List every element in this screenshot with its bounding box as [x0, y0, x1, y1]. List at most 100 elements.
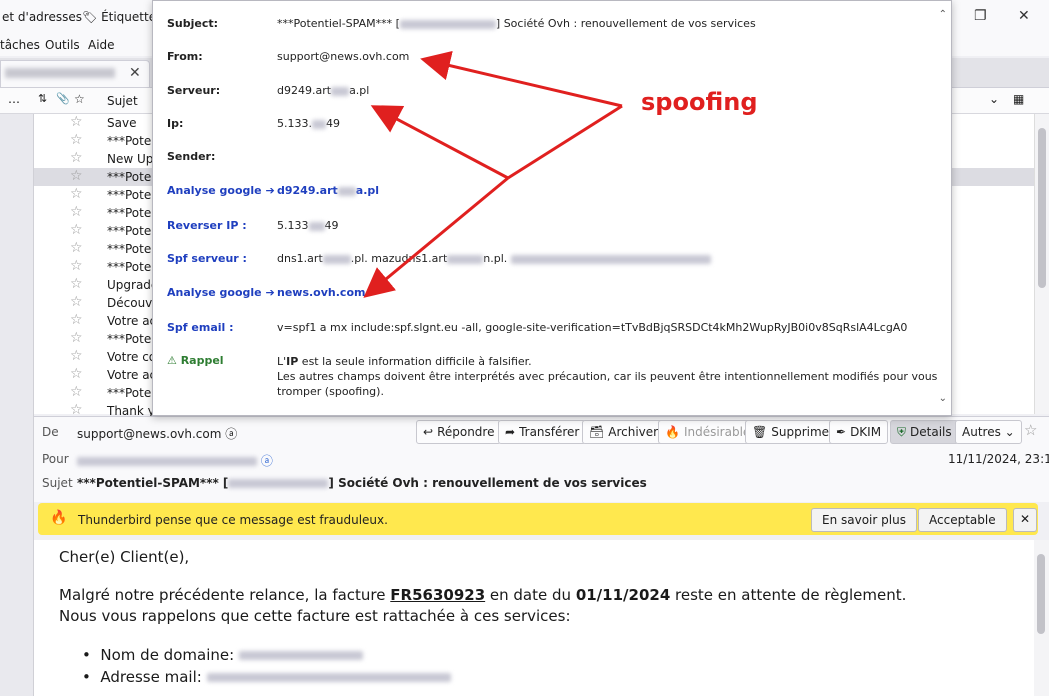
- more-button[interactable]: Autres ⌄: [955, 420, 1022, 444]
- column-subject[interactable]: Sujet: [107, 94, 138, 108]
- fraud-warning-bar: 🔥 Thunderbird pense que ce message est f…: [38, 503, 1038, 535]
- star-icon[interactable]: ☆: [70, 294, 83, 310]
- junk-button[interactable]: 🔥 Indésirable: [658, 420, 758, 444]
- junk-icon: 🔥: [665, 425, 680, 439]
- star-column-icon[interactable]: ☆: [74, 92, 85, 106]
- star-icon[interactable]: ☆: [70, 348, 83, 364]
- scroll-down-icon[interactable]: ⌄: [939, 393, 947, 404]
- star-icon[interactable]: ☆: [1024, 421, 1037, 439]
- list-item-subject: Votre co: [107, 350, 157, 364]
- learn-more-button[interactable]: En savoir plus: [811, 508, 917, 532]
- star-icon[interactable]: ☆: [70, 186, 83, 202]
- dkim-button[interactable]: ✒ DKIM: [829, 420, 889, 444]
- dkim-icon: ✒: [836, 425, 847, 439]
- to-label: Pour: [42, 452, 69, 466]
- column-picker-icon[interactable]: ▦: [1013, 92, 1024, 106]
- close-warning-icon[interactable]: ✕: [1013, 508, 1038, 532]
- blurred-text: [322, 254, 351, 264]
- address-book-button[interactable]: et d'adresses: [2, 10, 82, 24]
- list-item-subject: Découvr: [107, 296, 158, 310]
- blurred-recipient: [77, 457, 257, 466]
- more-icon[interactable]: …: [8, 92, 20, 106]
- star-icon[interactable]: ☆: [70, 384, 83, 400]
- subject-label: Sujet: [42, 476, 73, 490]
- message-header: De support@news.ovh.com ⓐ ↩ Répondre ➦ Tra…: [34, 416, 1049, 502]
- thread-icon[interactable]: ⇅: [38, 92, 47, 105]
- list-scrollbar[interactable]: [1034, 114, 1049, 414]
- chevron-down-icon[interactable]: ⌄: [989, 92, 999, 106]
- star-icon[interactable]: ☆: [70, 222, 83, 238]
- list-item-subject: Upgrade: [107, 278, 159, 292]
- blurred-domain: [238, 651, 363, 660]
- forward-icon: ➦: [505, 425, 516, 439]
- menu-tasks[interactable]: tâches: [0, 38, 40, 52]
- close-tab-icon[interactable]: ✕: [129, 65, 141, 81]
- restore-icon[interactable]: ❐: [974, 8, 987, 24]
- spoofing-annotation: spoofing: [641, 88, 758, 116]
- greeting: Cher(e) Client(e),: [59, 548, 190, 566]
- contact-icon: ⓐ: [260, 454, 273, 468]
- from-label: De: [42, 425, 59, 439]
- header-details-popup: Subject: ***Potentiel-SPAM*** [] Société…: [152, 0, 952, 416]
- archive-button[interactable]: 🗃 Archiver: [582, 420, 666, 444]
- menu-tools[interactable]: Outils: [45, 38, 80, 52]
- scroll-thumb[interactable]: [1037, 554, 1045, 634]
- details-button[interactable]: ⛨ Details: [890, 420, 959, 444]
- star-icon[interactable]: ☆: [70, 168, 83, 184]
- subject-value: ***Potentiel-SPAM*** [] Société Ovh : re…: [77, 476, 647, 490]
- forward-button[interactable]: ➦ Transférer: [498, 420, 587, 444]
- star-icon[interactable]: ☆: [70, 150, 83, 166]
- star-icon[interactable]: ☆: [70, 204, 83, 220]
- blurred-text: [331, 86, 350, 96]
- fire-icon: 🔥: [50, 510, 68, 526]
- star-icon[interactable]: ☆: [70, 114, 83, 130]
- accept-button[interactable]: Acceptable: [918, 508, 1007, 532]
- delete-button[interactable]: 🗑 Supprimer: [745, 420, 841, 444]
- blurred-text: [228, 479, 329, 488]
- attachment-icon[interactable]: 📎: [56, 92, 70, 105]
- blurred-text: [312, 119, 326, 129]
- folder-pane-edge: [0, 114, 34, 696]
- blurred-email: [206, 673, 451, 682]
- star-icon[interactable]: ☆: [70, 132, 83, 148]
- blurred-text: [399, 19, 496, 29]
- star-icon[interactable]: ☆: [70, 276, 83, 292]
- analyse-server-link[interactable]: d9249.art a.pl: [277, 184, 379, 197]
- star-icon[interactable]: ☆: [70, 258, 83, 274]
- tag-icon: 🏷: [82, 10, 98, 24]
- blurred-text: [337, 186, 356, 196]
- star-icon[interactable]: ☆: [70, 330, 83, 346]
- archive-icon: 🗃: [589, 425, 605, 439]
- to-value[interactable]: ⓐ: [77, 452, 273, 469]
- star-icon[interactable]: ☆: [70, 240, 83, 256]
- warning-icon: ⚠ Rappel: [167, 354, 224, 367]
- message-body: Cher(e) Client(e), Malgré notre précéden…: [34, 540, 1049, 696]
- star-icon[interactable]: ☆: [70, 366, 83, 382]
- close-window-icon[interactable]: ✕: [1018, 8, 1030, 24]
- bullet-domain: • Nom de domaine:: [82, 646, 363, 664]
- reply-button[interactable]: ↩ Répondre: [416, 420, 502, 444]
- blurred-text: [510, 254, 711, 264]
- analyse-google-link[interactable]: Analyse google ➔: [167, 184, 275, 197]
- reply-icon: ↩: [423, 425, 434, 439]
- menu-help[interactable]: Aide: [88, 38, 115, 52]
- body-line2: Nous vous rappelons que cette facture es…: [59, 607, 571, 625]
- scroll-up-icon[interactable]: ⌃: [939, 9, 947, 20]
- invoice-link[interactable]: FR5630923: [390, 586, 485, 604]
- message-date: 11/11/2024, 23:18: [948, 452, 1049, 466]
- tab-search[interactable]: ✕: [0, 60, 150, 87]
- scroll-thumb[interactable]: [1038, 128, 1046, 288]
- blurred-text: [308, 221, 325, 231]
- star-icon[interactable]: ☆: [70, 312, 83, 328]
- warning-text: Thunderbird pense que ce message est fra…: [78, 513, 388, 527]
- from-value[interactable]: support@news.ovh.com ⓐ: [77, 425, 237, 442]
- contact-icon: ⓐ: [225, 427, 238, 441]
- tab-title-blurred: [5, 68, 115, 78]
- list-item-subject: Save: [107, 116, 137, 130]
- labels-button[interactable]: 🏷 Étiquette: [82, 10, 156, 24]
- analyse-google-link[interactable]: Analyse google ➔: [167, 286, 275, 299]
- analyse-domain-link[interactable]: news.ovh.com: [277, 286, 365, 299]
- shield-icon: ⛨: [897, 425, 907, 439]
- body-scrollbar[interactable]: [1034, 540, 1049, 696]
- body-line1: Malgré notre précédente relance, la fact…: [59, 586, 907, 604]
